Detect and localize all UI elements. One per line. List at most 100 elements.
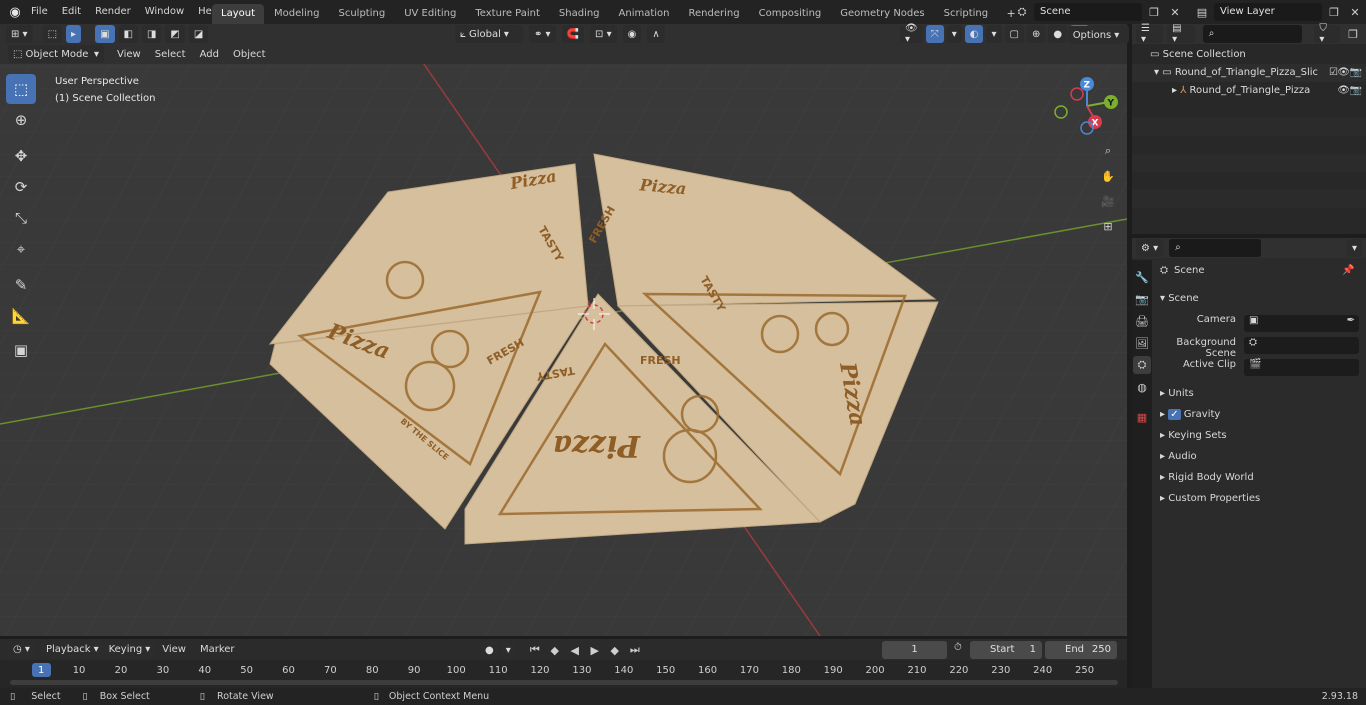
zoom-icon[interactable]: ⌕ <box>1097 140 1119 162</box>
menu-file[interactable]: File <box>24 0 55 24</box>
properties-search-input[interactable]: ⌕ <box>1169 239 1262 257</box>
outliner-display-mode-dropdown[interactable]: ▤ ▾ <box>1167 23 1195 45</box>
tab-layout[interactable]: Layout <box>212 3 264 24</box>
start-frame-field[interactable]: Start 1 <box>970 641 1042 659</box>
blender-logo-icon[interactable]: ◉ <box>6 0 24 24</box>
menu-window[interactable]: Window <box>138 0 191 24</box>
outliner-search-input[interactable]: ⌕ <box>1202 25 1303 43</box>
keying-set-dropdown[interactable]: ▾ <box>500 641 516 659</box>
keying-dropdown[interactable]: Keying ▾ <box>103 640 156 659</box>
playback-dropdown[interactable]: Playback ▾ <box>40 640 104 659</box>
options-dropdown[interactable]: Options ▾ <box>1068 26 1124 44</box>
camera-field[interactable]: ▣ ✒ <box>1244 315 1359 332</box>
expand-arrow-icon[interactable]: ▸ <box>1172 85 1180 96</box>
play-reverse-icon[interactable]: ◀ <box>566 641 584 659</box>
duplicate-scene-icon[interactable]: ❐ <box>1145 3 1163 21</box>
mode-select-icon[interactable]: ⬚ <box>42 25 63 43</box>
view-layer-icon[interactable]: ▤ <box>1193 3 1211 21</box>
auto-keying-icon[interactable]: ● <box>480 641 499 659</box>
eye-icon[interactable]: 👁 <box>1337 64 1350 82</box>
stopwatch-icon[interactable]: ⏱ <box>954 642 962 653</box>
current-frame-field[interactable]: 1 <box>882 641 947 659</box>
tab-uv-editing[interactable]: UV Editing <box>395 4 465 24</box>
toggle-perspective-icon[interactable]: ⊞ <box>1097 215 1119 237</box>
move-tool-icon[interactable]: ✥ <box>6 141 36 171</box>
shading-wireframe-icon[interactable]: ⊕ <box>1026 25 1046 43</box>
overlay-toggle-icon[interactable]: ◐ <box>964 25 984 43</box>
timeline-editor-type-dropdown[interactable]: ◷ ▾ <box>8 640 35 659</box>
pivot-point-dropdown[interactable]: ⚭ ▾ <box>529 25 556 43</box>
tab-animation[interactable]: Animation <box>610 4 679 24</box>
next-keyframe-icon[interactable]: ◆ <box>606 641 624 659</box>
panel-gravity[interactable]: ▸ ✓ Gravity <box>1160 406 1366 424</box>
scene-name-field[interactable]: Scene <box>1034 3 1142 21</box>
jump-start-icon[interactable]: ⏮ <box>526 641 544 659</box>
texture-tab-icon[interactable]: ▦ <box>1133 408 1151 426</box>
measure-tool-icon[interactable]: 📐 <box>6 301 36 331</box>
menu-view[interactable]: View <box>110 49 148 60</box>
viewport-scene[interactable]: Pizza Pizza Pizza Pizza Pizza TASTY FRES… <box>0 44 1127 636</box>
close-view-layer-icon[interactable]: ✕ <box>1346 3 1364 21</box>
panel-audio[interactable]: ▸ Audio <box>1160 448 1366 466</box>
menu-select[interactable]: Select <box>148 49 193 60</box>
render-tab-icon[interactable]: 📷 <box>1133 290 1151 308</box>
shading-solid-icon[interactable]: ● <box>1048 25 1068 43</box>
tab-modeling[interactable]: Modeling <box>265 4 329 24</box>
select-tool-icon[interactable]: ▸ <box>66 25 82 43</box>
editor-type-dropdown[interactable]: ⊞ ▾ <box>6 25 33 43</box>
pan-hand-icon[interactable]: ✋ <box>1097 165 1119 187</box>
output-tab-icon[interactable]: 🖨 <box>1133 312 1151 330</box>
scene-section-header[interactable]: ▾ Scene <box>1160 290 1366 308</box>
gizmo-toggle-icon[interactable]: ⤧ <box>925 25 944 43</box>
rotate-tool-icon[interactable]: ⟳ <box>6 172 36 202</box>
menu-add[interactable]: Add <box>193 49 226 60</box>
menu-object[interactable]: Object <box>226 49 273 60</box>
view-layer-tab-icon[interactable]: 🖼 <box>1133 334 1151 352</box>
transform-tool-icon[interactable]: ⌖ <box>6 234 36 264</box>
snap-target-dropdown[interactable]: ⊡ ▾ <box>590 25 617 43</box>
xray-toggle-icon[interactable]: ▢ <box>1004 25 1024 43</box>
play-icon[interactable]: ▶ <box>586 641 604 659</box>
gizmo-dropdown[interactable]: ▾ <box>946 25 962 43</box>
view-layer-field[interactable]: View Layer <box>1214 3 1322 21</box>
menu-render[interactable]: Render <box>88 0 138 24</box>
eye-icon[interactable]: 👁 <box>1337 82 1350 100</box>
outliner-filter-icon[interactable]: ⛉ ▾ <box>1314 23 1341 45</box>
tool-tab-icon[interactable]: 🔧 <box>1133 268 1151 286</box>
panel-keying-sets[interactable]: ▸ Keying Sets <box>1160 427 1366 445</box>
tab-rendering[interactable]: Rendering <box>680 4 749 24</box>
select-mode-extend-icon[interactable]: ◧ <box>118 25 138 43</box>
eyedropper-icon[interactable]: ✒ <box>1347 315 1355 326</box>
world-tab-icon[interactable]: ◍ <box>1133 378 1151 396</box>
annotate-tool-icon[interactable]: ✎ <box>6 270 36 300</box>
tab-sculpting[interactable]: Sculpting <box>330 4 395 24</box>
outliner-scene-collection[interactable]: ▭ Scene Collection <box>1132 46 1366 64</box>
cursor-tool-icon[interactable]: ⊕ <box>6 105 36 135</box>
tab-geometry-nodes[interactable]: Geometry Nodes <box>831 4 933 24</box>
tab-compositing[interactable]: Compositing <box>750 4 831 24</box>
object-mode-dropdown[interactable]: ⬚ Object Mode ▾ <box>8 45 104 63</box>
properties-editor-type-dropdown[interactable]: ⚙ ▾ <box>1136 239 1164 257</box>
outliner-item-object[interactable]: ▸ ⅄ Round_of_Triangle_Pizza 👁 📷 <box>1132 82 1366 100</box>
select-mode-intersect-icon[interactable]: ◪ <box>188 25 209 43</box>
pin-icon[interactable]: 📌 <box>1342 265 1354 276</box>
camera-render-icon[interactable]: 📷 <box>1350 64 1362 82</box>
panel-units[interactable]: ▸ Units <box>1160 385 1366 403</box>
new-collection-icon[interactable]: ❐ <box>1344 25 1362 43</box>
close-scene-icon[interactable]: ✕ <box>1166 3 1184 21</box>
scene-tab-icon[interactable]: ⛭ <box>1133 356 1151 374</box>
snap-toggle-icon[interactable]: 🧲 <box>561 25 585 43</box>
outliner-item-collection[interactable]: ▾ ▭ Round_of_Triangle_Pizza_Slic ☑ 👁 📷 <box>1132 64 1366 82</box>
outliner-editor-type-dropdown[interactable]: ☰ ▾ <box>1136 23 1164 45</box>
jump-end-icon[interactable]: ⏭ <box>626 641 644 659</box>
select-mode-new-icon[interactable]: ▣ <box>95 25 115 43</box>
timeline-menu-view[interactable]: View <box>155 644 193 655</box>
tab-scripting[interactable]: Scripting <box>935 4 997 24</box>
timeline-menu-marker[interactable]: Marker <box>193 644 242 655</box>
overlay-dropdown[interactable]: ▾ <box>986 25 1002 43</box>
active-clip-field[interactable]: 🎬 <box>1244 359 1359 376</box>
menu-edit[interactable]: Edit <box>55 0 88 24</box>
visibility-dropdown[interactable]: 👁 ▾ <box>900 23 923 45</box>
transform-orientation-dropdown[interactable]: ⟀ Global ▾ <box>455 25 523 43</box>
prev-keyframe-icon[interactable]: ◆ <box>546 641 564 659</box>
